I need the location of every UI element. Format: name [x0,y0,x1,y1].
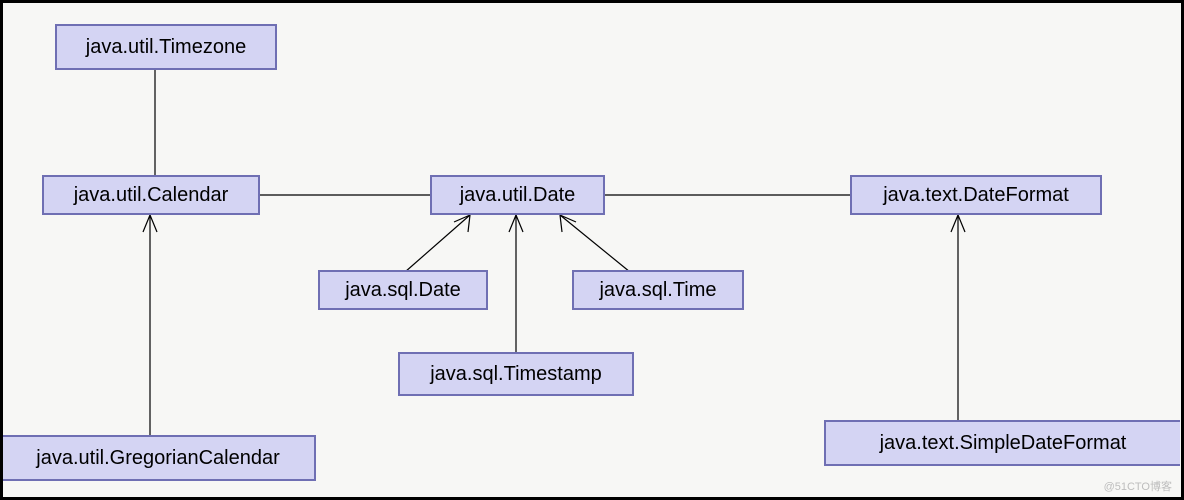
node-dateformat: java.text.DateFormat [850,175,1102,215]
node-sql-time: java.sql.Time [572,270,744,310]
node-simple-date-format: java.text.SimpleDateFormat [824,420,1180,466]
node-sql-timestamp: java.sql.Timestamp [398,352,634,396]
node-util-date: java.util.Date [430,175,605,215]
node-sql-date: java.sql.Date [318,270,488,310]
node-timezone: java.util.Timezone [55,24,277,70]
watermark-text: @51CTO博客 [1104,478,1172,494]
node-calendar: java.util.Calendar [42,175,260,215]
node-gregorian-calendar: java.util.GregorianCalendar [0,435,316,481]
